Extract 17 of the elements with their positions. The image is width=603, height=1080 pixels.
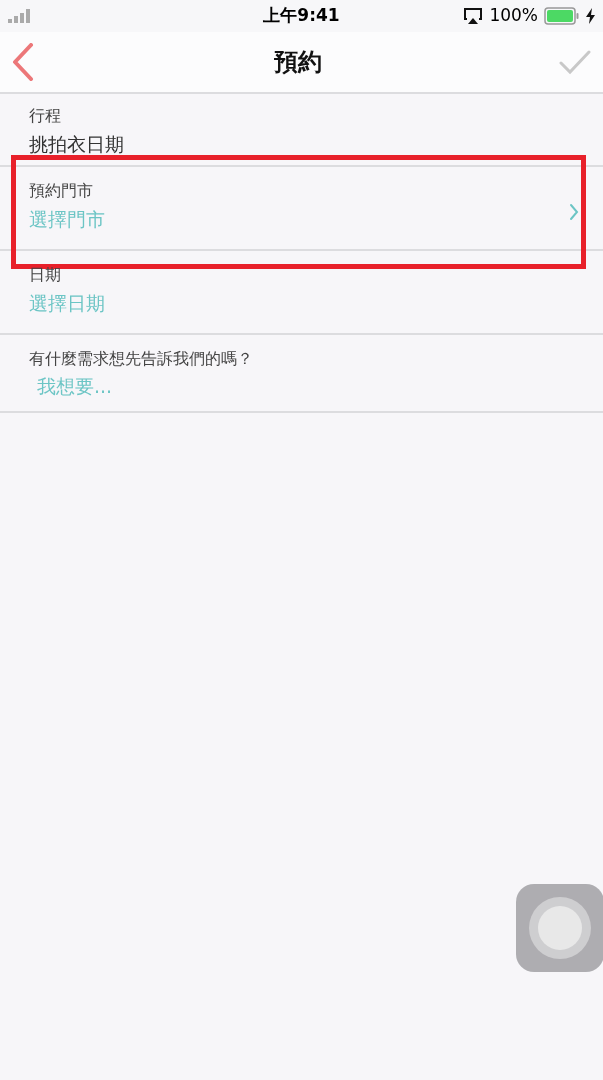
assistive-touch-button[interactable] bbox=[516, 884, 603, 972]
charging-icon bbox=[586, 8, 595, 24]
field-label: 行程 bbox=[29, 106, 62, 126]
signal-icon bbox=[8, 9, 32, 23]
airplay-icon bbox=[463, 8, 484, 24]
field-label: 日期 bbox=[29, 265, 62, 285]
picker-value[interactable]: 選擇日期 bbox=[29, 291, 105, 315]
field-label: 有什麼需求想先告訴我們的嗎？ bbox=[29, 349, 254, 369]
input-field[interactable]: 我想要... bbox=[29, 373, 269, 399]
battery-percent: 100% bbox=[489, 4, 538, 28]
picker-value[interactable]: 選擇門市 bbox=[29, 207, 105, 231]
nav-title: 預約 bbox=[273, 47, 322, 78]
battery-icon bbox=[544, 7, 580, 25]
status-time: 上午9:41 bbox=[263, 4, 340, 28]
field-value: 挑拍衣日期 bbox=[29, 132, 125, 156]
back-button[interactable] bbox=[12, 42, 36, 82]
field-label: 預約門市 bbox=[29, 181, 94, 201]
